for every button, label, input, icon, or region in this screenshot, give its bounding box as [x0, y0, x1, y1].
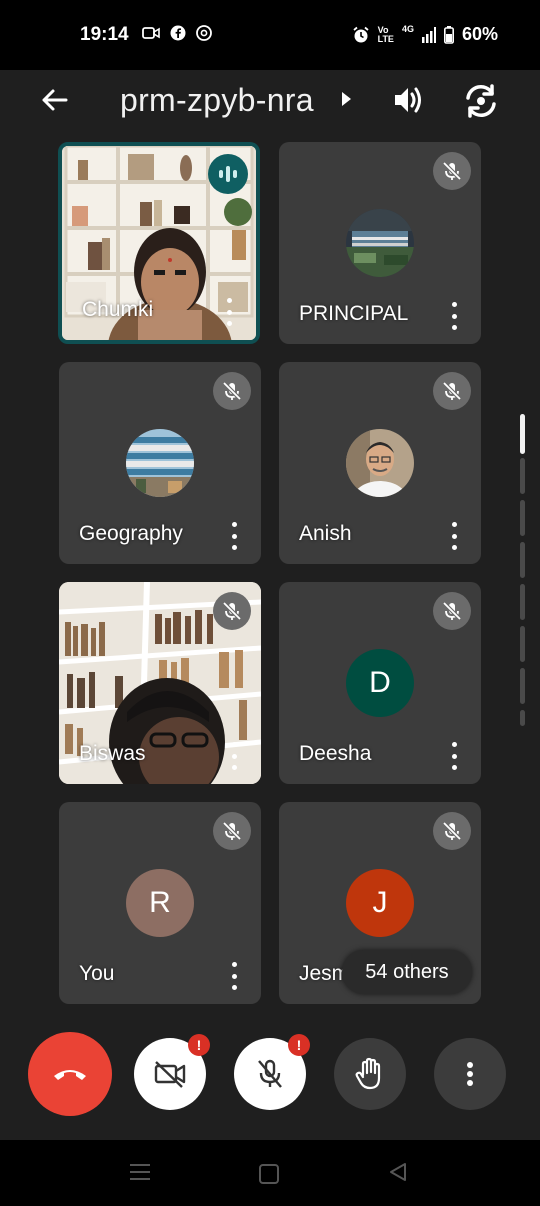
speaker-icon	[395, 87, 421, 113]
arrow-back-icon	[42, 89, 68, 111]
camera-alert-badge: !	[188, 1034, 210, 1056]
back-button[interactable]	[36, 82, 72, 118]
avatar-initial: D	[346, 649, 414, 717]
alarm-icon	[353, 26, 369, 42]
mic-off-icon	[433, 152, 471, 190]
more-vert-icon[interactable]	[229, 962, 239, 990]
more-vert-icon[interactable]	[449, 742, 459, 770]
more-vert-icon[interactable]	[449, 522, 459, 550]
mic-off-icon	[433, 592, 471, 630]
status-time: 19:14	[80, 24, 129, 45]
more-options-icon	[467, 1062, 473, 1086]
camera-toggle-button[interactable]: !	[134, 1034, 210, 1110]
video-call-icon	[142, 27, 160, 39]
call-controls: ! !	[0, 1030, 540, 1120]
avatar	[346, 209, 414, 277]
participant-name: Biswas	[79, 742, 146, 765]
speaking-indicator-icon	[208, 154, 248, 194]
more-options-button[interactable]	[434, 1038, 506, 1110]
meeting-header: prm-zpyb-nra	[0, 70, 540, 130]
participant-name: PRINCIPAL	[299, 302, 409, 325]
battery-percent: 60%	[461, 24, 498, 44]
mic-alert-badge: !	[288, 1034, 310, 1056]
mic-toggle-button[interactable]: !	[234, 1034, 310, 1110]
participant-tile-you[interactable]: R You	[59, 802, 261, 1004]
mic-off-icon	[258, 1059, 282, 1088]
participant-tile-deesha[interactable]: D Deesha	[279, 582, 481, 784]
participant-tile-principal[interactable]: PRINCIPAL	[279, 142, 481, 344]
avatar-initial: R	[126, 869, 194, 937]
end-call-icon	[54, 1070, 86, 1080]
mic-off-icon	[213, 372, 251, 410]
chrome-icon	[196, 25, 212, 41]
switch-camera-button[interactable]	[462, 82, 500, 120]
raise-hand-icon	[355, 1057, 381, 1090]
recent-apps-icon[interactable]	[130, 1164, 150, 1180]
status-left-icons	[142, 25, 212, 41]
camera-off-icon	[154, 1061, 186, 1088]
avatar	[126, 429, 194, 497]
battery-icon	[443, 25, 454, 44]
participant-name: Deesha	[299, 742, 372, 765]
status-right-icons: Vo LTE 4G 60%	[352, 24, 498, 45]
participant-name: Anish	[299, 522, 352, 545]
scroll-indicator[interactable]	[520, 414, 526, 726]
speaker-button[interactable]	[390, 82, 426, 118]
participant-name: Chumki	[82, 298, 154, 321]
facebook-icon	[170, 25, 186, 41]
mic-off-icon	[213, 812, 251, 850]
participant-name: You	[79, 962, 115, 985]
meeting-code[interactable]: prm-zpyb-nra	[120, 82, 314, 119]
home-icon[interactable]	[259, 1164, 279, 1184]
avatar	[346, 429, 414, 497]
meeting-details-caret-icon[interactable]	[342, 92, 351, 106]
switch-camera-icon	[466, 84, 496, 118]
mic-off-icon	[433, 812, 471, 850]
others-button[interactable]: 54 others	[342, 950, 472, 994]
system-nav-bar	[0, 1140, 540, 1206]
signal-icon	[421, 26, 436, 43]
mic-off-icon	[213, 592, 251, 630]
participant-tile-geography[interactable]: Geography	[59, 362, 261, 564]
mic-off-icon	[433, 372, 471, 410]
end-call-button[interactable]	[28, 1032, 112, 1116]
status-bar: 19:14 Vo LTE 4G 60%	[0, 0, 540, 70]
participant-name: Geography	[79, 522, 183, 545]
more-vert-icon[interactable]	[224, 298, 234, 326]
participant-tile-biswas[interactable]: Biswas	[59, 582, 261, 784]
participant-tile-chumki[interactable]: Chumki	[58, 142, 260, 344]
raise-hand-button[interactable]	[334, 1038, 406, 1110]
nav-back-icon[interactable]	[389, 1162, 407, 1182]
avatar-initial: J	[346, 869, 414, 937]
volte-icon: Vo LTE	[377, 24, 394, 44]
more-vert-icon[interactable]	[229, 742, 239, 770]
more-vert-icon[interactable]	[449, 302, 459, 330]
more-vert-icon[interactable]	[229, 522, 239, 550]
participant-tile-anish[interactable]: Anish	[279, 362, 481, 564]
network-type: 4G	[401, 24, 414, 34]
scroll-thumb[interactable]	[520, 414, 525, 454]
